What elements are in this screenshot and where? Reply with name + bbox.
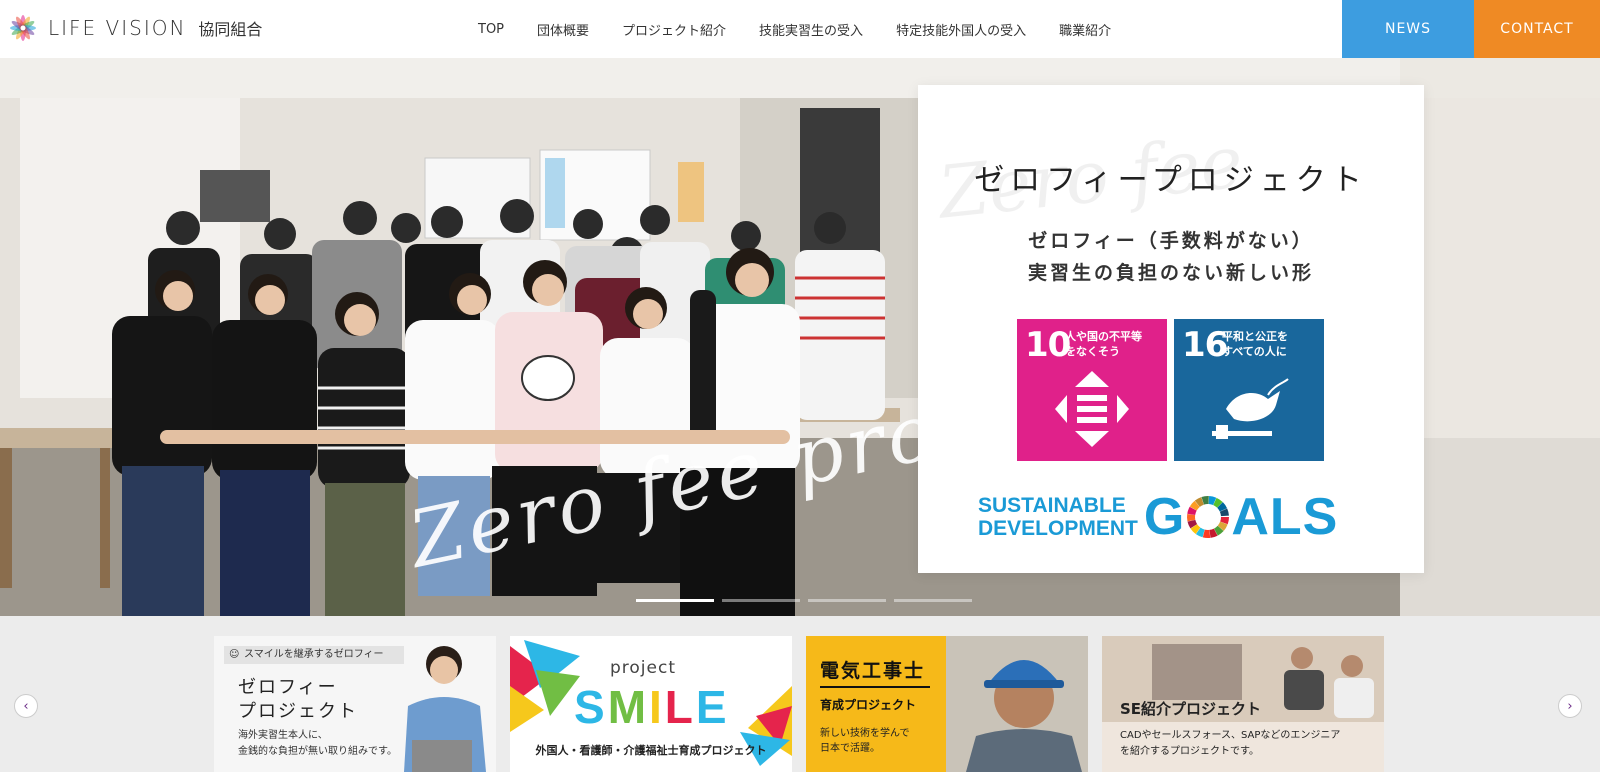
news-button[interactable]: NEWS [1342, 0, 1474, 58]
dove-gavel-icon [1212, 378, 1289, 439]
title-underline [820, 686, 930, 688]
nav-item-top[interactable]: TOP [478, 22, 504, 37]
slide-indicators [636, 599, 980, 602]
card-description-line-1: 海外実習生本人に、 [238, 730, 328, 741]
sdg-brand-line-2: DEVELOPMENT [978, 517, 1138, 540]
smile-icon: ☺ [229, 649, 240, 660]
card-tag: ☺ スマイルを継承するゼロフィー [224, 646, 404, 664]
sdg-brand-text: SUSTAINABLE DEVELOPMENT [978, 494, 1138, 540]
sdg-brand-line-1: SUSTAINABLE [978, 494, 1126, 517]
nav-item-about[interactable]: 団体概要 [537, 20, 589, 39]
sdg-10-label: 人や国の不平等 をなくそう [1065, 329, 1142, 359]
nav-item-technical-intern[interactable]: 技能実習生の受入 [759, 20, 863, 39]
promo-subtitle-line-1: ゼロフィー（手数料がない） [1028, 230, 1314, 252]
promo-subtitle-line-2: 実習生の負担のない新しい形 [1027, 262, 1314, 284]
sdg-16-label: 平和と公正を すべての人に [1222, 329, 1288, 359]
slide-indicator-3[interactable] [808, 599, 886, 602]
logo-name-jp: 協同組合 [198, 20, 263, 39]
sdg-10-label-line-1: 人や国の不平等 [1065, 330, 1142, 343]
sdg-10-number: 10 [1025, 325, 1071, 365]
slide-indicator-4[interactable] [894, 599, 972, 602]
card-title: SE紹介プロジェクト [1120, 700, 1262, 718]
contact-button[interactable]: CONTACT [1474, 0, 1600, 58]
card-description-line-2: 金銭的な負担が無い取り組みです。 [238, 746, 397, 757]
sdg-16-tile: 16 平和と公正を すべての人に [1174, 319, 1324, 461]
reduced-inequality-icon [1055, 371, 1129, 447]
card-project-label: project [610, 658, 677, 678]
carousel-next-button[interactable]: › [1558, 694, 1582, 718]
sdg-brand-logo: SUSTAINABLE DEVELOPMENT G ALS [978, 487, 1338, 547]
project-card-electrician[interactable]: 電気工事士 育成プロジェクト 新しい技術を学んで 日本で活躍。 [806, 636, 1088, 772]
card-title-line-2: プロジェクト [238, 701, 358, 722]
nav-item-projects[interactable]: プロジェクト紹介 [622, 20, 726, 39]
carousel-prev-button[interactable]: ‹ [14, 694, 38, 718]
nav-item-specified-skilled[interactable]: 特定技能外国人の受入 [896, 20, 1026, 39]
promo-title: ゼロフィープロジェクト [974, 163, 1368, 198]
slide-indicator-2[interactable] [722, 599, 800, 602]
project-carousel: ‹ ☺ スマイルを継承するゼロフィー ゼロフィー プロジェクト 海外実習生本人に… [0, 616, 1600, 772]
chevron-right-icon: › [1567, 698, 1573, 714]
sdg-16-number: 16 [1182, 325, 1228, 365]
card-title-line-1: ゼロフィー [238, 677, 338, 698]
man-with-laptop-image [404, 646, 486, 772]
nav-item-job-introduction[interactable]: 職業紹介 [1059, 20, 1111, 39]
sdg-color-wheel-icon [1187, 496, 1230, 538]
slide-indicator-1[interactable] [636, 599, 714, 602]
card-description-line-2: 日本で活躍。 [820, 743, 880, 754]
card-text-panel: 電気工事士 育成プロジェクト 新しい技術を学んで 日本で活躍。 [806, 636, 946, 772]
card-smile-wordmark: SMILE [574, 681, 730, 733]
sdg-10-label-line-2: をなくそう [1065, 345, 1120, 358]
sdg-16-label-line-2: すべての人に [1222, 345, 1287, 358]
sdg-goals-g: G [1143, 488, 1186, 546]
card-tag-label: スマイルを継承するゼロフィー [244, 649, 384, 660]
chevron-left-icon: ‹ [23, 698, 29, 714]
flower-logo-icon [10, 15, 36, 41]
site-logo[interactable]: LIFE VISION 協同組合 [6, 10, 262, 46]
main-nav: TOP 団体概要 プロジェクト紹介 技能実習生の受入 特定技能外国人の受入 職業… [478, 0, 1144, 58]
project-card-zero-fee[interactable]: ☺ スマイルを継承するゼロフィー ゼロフィー プロジェクト 海外実習生本人に、 … [214, 636, 496, 772]
project-card-smile[interactable]: project SMILE 外国人・看護師・介護福祉士育成プロジェクト [510, 636, 792, 772]
hero-slider[interactable]: Zero fee proj Zero fee ゼロフィープロジェクト ゼロフィー… [0, 58, 1600, 616]
card-description-line-1: CADやセールスフォース、SAPなどのエンジニア [1120, 730, 1341, 741]
sdg-goals-wordmark: G ALS [1144, 487, 1338, 547]
card-description: 海外実習生本人に、 金銭的な負担が無い取り組みです。 [238, 728, 397, 760]
card-description-line-1: 新しい技術を学んで [820, 728, 910, 739]
worker-with-helmet-image [946, 636, 1088, 772]
sdg-goals-als: ALS [1231, 488, 1339, 546]
sdg-10-tile: 10 人や国の不平等 をなくそう [1017, 319, 1167, 461]
sdg-16-label-line-1: 平和と公正を [1222, 330, 1288, 343]
site-header: LIFE VISION 協同組合 TOP 団体概要 プロジェクト紹介 技能実習生… [0, 0, 1600, 58]
card-description-line-2: を紹介するプロジェクトです。 [1120, 746, 1259, 757]
logo-name-en: LIFE VISION [48, 16, 187, 40]
card-description: 新しい技術を学んで 日本で活躍。 [820, 726, 910, 756]
project-card-se[interactable]: SE紹介プロジェクト CADやセールスフォース、SAPなどのエンジニア を紹介す… [1102, 636, 1384, 772]
card-description: CADやセールスフォース、SAPなどのエンジニア を紹介するプロジェクトです。 [1120, 728, 1340, 760]
card-description: 外国人・看護師・介護福祉士育成プロジェクト [535, 744, 767, 757]
promo-subtitle: ゼロフィー（手数料がない） 実習生の負担のない新しい形 [918, 225, 1424, 289]
card-subtitle: 育成プロジェクト [820, 698, 917, 712]
zero-fee-promo-card[interactable]: Zero fee ゼロフィープロジェクト ゼロフィー（手数料がない） 実習生の負… [918, 85, 1424, 573]
card-title: ゼロフィー プロジェクト [238, 676, 358, 724]
card-title: 電気工事士 [820, 660, 926, 682]
